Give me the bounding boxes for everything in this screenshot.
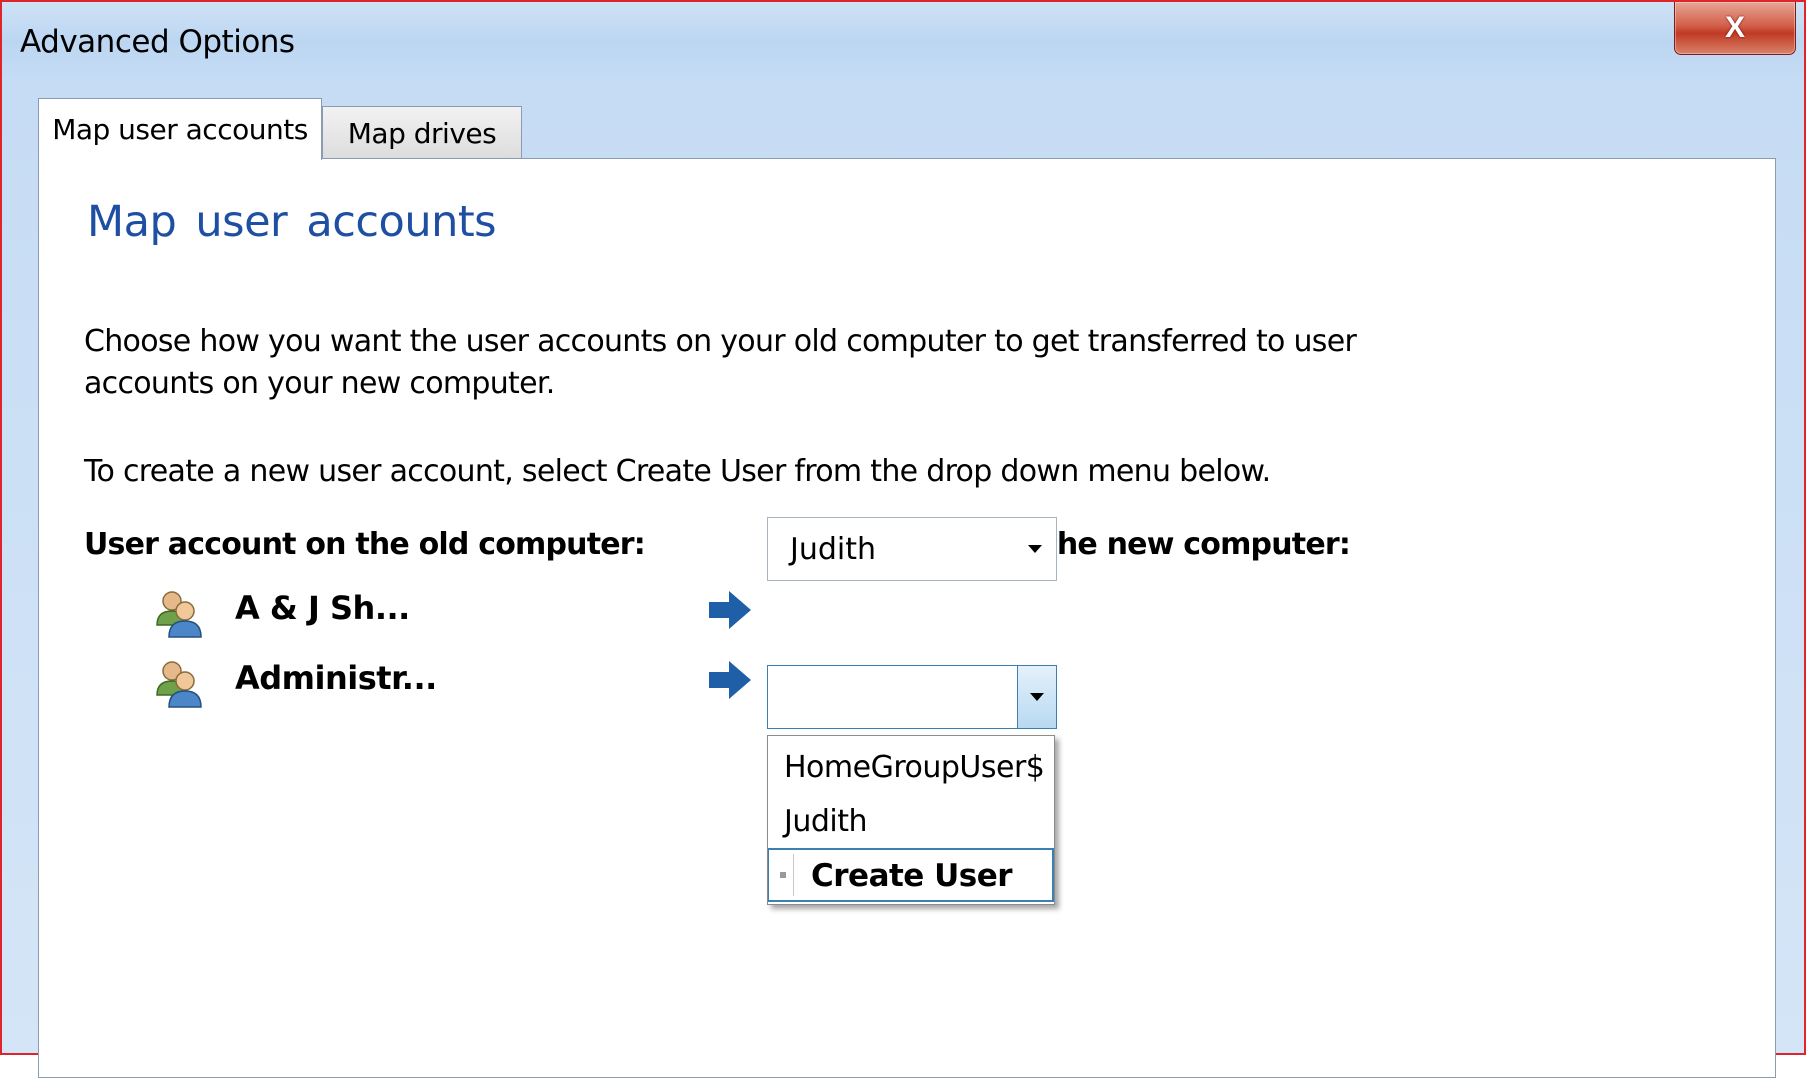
dropdown-option-judith[interactable]: Judith <box>768 794 1054 848</box>
new-account-select-value: Judith <box>790 532 877 567</box>
chevron-down-icon[interactable] <box>1017 666 1056 728</box>
close-button[interactable]: X <box>1674 2 1796 55</box>
tab-map-user-accounts[interactable]: Map user accounts <box>38 98 322 160</box>
page-title: Map user accounts <box>87 197 497 247</box>
tab-map-drives[interactable]: Map drives <box>322 106 522 160</box>
dropdown-option-label: HomeGroupUser$ <box>784 750 1045 785</box>
dropdown-option-label: Create User <box>811 858 1013 894</box>
old-account-name: A & J Sh... <box>235 589 410 627</box>
instruction-text: To create a new user account, select Cre… <box>84 454 1271 489</box>
old-account-name: Administr... <box>235 659 437 697</box>
chevron-down-icon[interactable] <box>1022 534 1048 564</box>
account-dropdown-list: HomeGroupUser$ Judith Create User <box>767 735 1055 905</box>
account-row: A & J Sh... <box>39 581 1775 641</box>
selection-marker-icon <box>773 854 794 896</box>
dropdown-option-label: Judith <box>784 804 868 839</box>
new-account-select-open[interactable] <box>767 665 1057 729</box>
users-icon <box>156 591 202 638</box>
old-account-column-header: User account on the old computer: <box>84 527 646 562</box>
arrow-right-icon <box>709 661 751 699</box>
users-icon <box>156 661 202 708</box>
title-bar: Advanced Options X <box>2 2 1804 86</box>
description-text: Choose how you want the user accounts on… <box>84 324 1357 401</box>
advanced-options-window: Advanced Options X Map user accounts Map… <box>0 0 1806 1078</box>
tab-panel: Map user accounts Choose how you want th… <box>38 158 1776 1078</box>
window-title: Advanced Options <box>20 24 295 60</box>
close-icon: X <box>1724 11 1745 44</box>
dropdown-option-create-user[interactable]: Create User <box>768 848 1054 902</box>
dropdown-option-homegroupuser[interactable]: HomeGroupUser$ <box>768 740 1054 794</box>
arrow-right-icon <box>709 591 751 629</box>
new-account-select[interactable]: Judith <box>767 517 1057 581</box>
